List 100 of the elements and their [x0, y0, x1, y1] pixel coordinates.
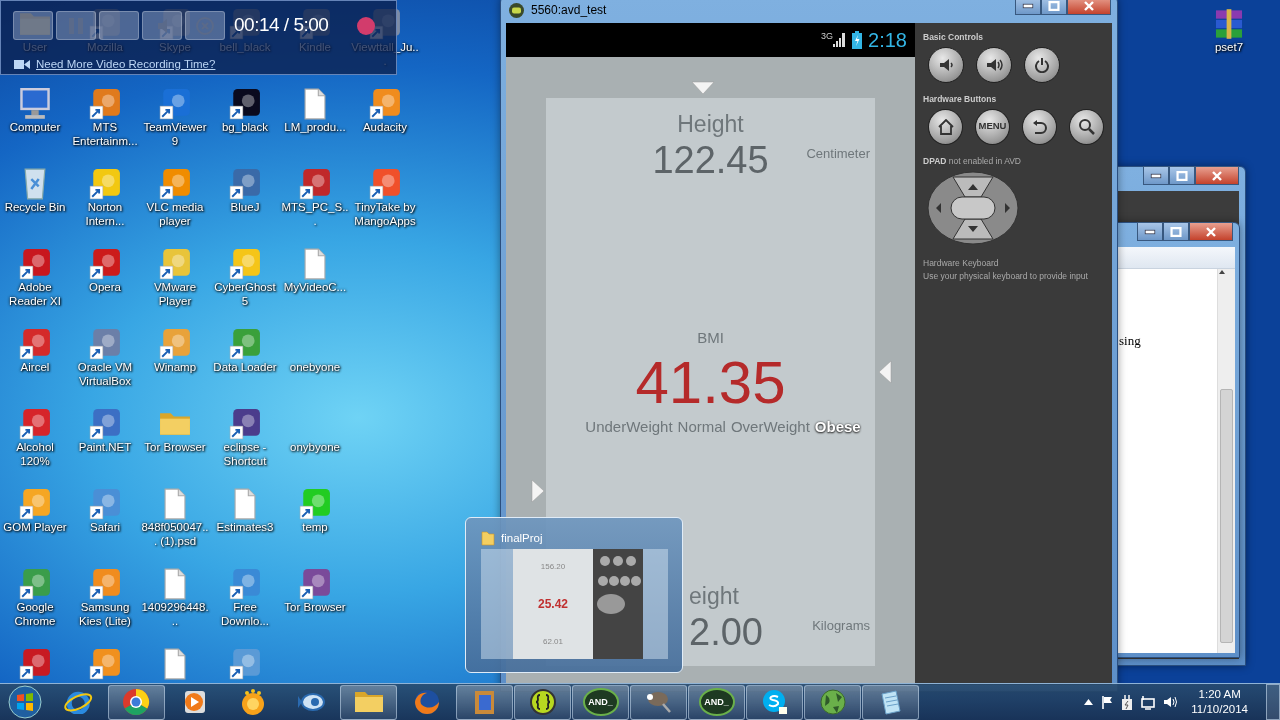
signal-icon [832, 32, 847, 48]
icon-label[interactable]: Estimates3 [210, 520, 280, 534]
icon-label[interactable]: Tor Browser [280, 600, 350, 614]
icon-label[interactable]: Tor Browser [140, 440, 210, 454]
icon-label[interactable]: Samsung Kies (Lite) [70, 600, 140, 628]
icon-label[interactable]: CyberGhost 5 [210, 280, 280, 308]
search-button[interactable] [1069, 108, 1104, 145]
flag-icon[interactable] [1101, 694, 1113, 710]
taskbar-button[interactable] [456, 684, 513, 720]
icon-label[interactable]: Google Chrome [0, 600, 70, 628]
app-icon[interactable] [19, 648, 51, 680]
window-title: 5560:avd_test [531, 2, 607, 19]
taskbar-button[interactable]: AND_ [688, 684, 745, 720]
icon-label[interactable]: eclipse - Shortcut [210, 440, 280, 468]
volume-up-button[interactable] [976, 46, 1012, 83]
icon-label[interactable]: Paint.NET [70, 440, 140, 454]
minimize-button[interactable] [1015, 0, 1041, 15]
unit-label: Kilograms [812, 617, 870, 635]
icon-label[interactable]: Winamp [140, 360, 210, 374]
icon-label[interactable]: LM_produ... [280, 120, 350, 134]
icon-label[interactable]: pset7 [1194, 40, 1264, 54]
power-icon[interactable] [1120, 693, 1133, 711]
icon-label[interactable]: temp [280, 520, 350, 534]
icon-label[interactable]: 848f050047... (1).psd [140, 520, 210, 548]
icon-label[interactable]: Audacity [350, 120, 420, 134]
keyboard-note: Use your physical keyboard to provide input [923, 270, 1089, 283]
icon-text: AND_ [704, 697, 729, 707]
fish-icon [296, 693, 325, 711]
icon-label[interactable]: Opera [70, 280, 140, 294]
icon-label[interactable]: Adobe Reader XI [0, 280, 70, 308]
icon-label[interactable]: GOM Player [0, 520, 70, 534]
network-icon[interactable] [1140, 694, 1155, 710]
menu-button[interactable]: MENU [975, 108, 1010, 145]
volume-down-button[interactable] [928, 46, 964, 83]
icon-label[interactable]: Free Downlo... [210, 600, 280, 628]
taskbar-button[interactable] [108, 684, 165, 720]
taskbar-button[interactable]: AND_ [572, 684, 629, 720]
app-icon[interactable] [89, 88, 121, 120]
icon-label[interactable]: MTS_PC_S... [280, 200, 350, 228]
icon-label[interactable]: BlueJ [210, 200, 280, 214]
icon-label[interactable]: Recycle Bin [0, 200, 70, 214]
icon-label[interactable]: Alcohol 120% [0, 440, 70, 468]
computer-icon[interactable] [19, 88, 51, 120]
icon-label[interactable]: TinyTake by MangoApps [350, 200, 420, 228]
show-hidden-icon[interactable] [1082, 698, 1094, 706]
icon-label[interactable]: Aircel [0, 360, 70, 374]
gimp-icon [646, 691, 671, 713]
back-button[interactable] [1022, 108, 1057, 145]
battery-icon [851, 30, 864, 50]
icon-label[interactable]: Data Loader [210, 360, 280, 374]
volume-icon[interactable] [1162, 696, 1178, 708]
app-icon[interactable] [89, 248, 121, 280]
icon-label[interactable]: MTS Entertainm... [70, 120, 140, 148]
upgrade-link[interactable]: Need More Video Recording Time? [36, 56, 216, 74]
icon-label[interactable]: Norton Intern... [70, 200, 140, 228]
unit-label: Centimeter [806, 145, 870, 163]
chrome-icon [122, 687, 151, 717]
icon-label[interactable]: onebyone [280, 360, 350, 374]
close-button[interactable] [1195, 166, 1239, 185]
archive-icon[interactable] [1213, 8, 1245, 40]
taskbar-button[interactable] [630, 684, 687, 720]
app-icon[interactable] [229, 408, 261, 440]
icon-label[interactable]: VMware Player [140, 280, 210, 308]
app-icon[interactable] [229, 88, 261, 120]
video-icon [13, 59, 31, 71]
minimize-button[interactable] [1143, 166, 1169, 185]
window-preview[interactable]: finalProj 156.20 25.42 62.01 [465, 517, 683, 673]
start-button[interactable] [8, 685, 42, 719]
taskbar-button[interactable] [746, 684, 803, 720]
icon-label[interactable]: 1409296448... [140, 600, 210, 628]
clock[interactable]: 1:20 AM 11/10/2014 [1191, 687, 1248, 717]
maximize-button[interactable] [1163, 222, 1189, 241]
icon-label[interactable]: onybyone [280, 440, 350, 454]
app-icon[interactable] [299, 568, 331, 600]
bmi-category: Obese [814, 416, 861, 437]
show-desktop-button[interactable] [1266, 684, 1280, 720]
scrollbar-thumb[interactable] [1220, 389, 1233, 643]
icon-label[interactable]: TeamViewer 9 [140, 120, 210, 148]
taskbar-button[interactable] [514, 684, 571, 720]
icon-label[interactable]: Safari [70, 520, 140, 534]
minimize-button[interactable] [1137, 222, 1163, 241]
close-button[interactable] [1067, 0, 1111, 15]
speaker-icon [985, 57, 1003, 72]
home-button[interactable] [928, 108, 963, 145]
icon-label[interactable]: MyVideoC... [280, 280, 350, 294]
app-icon[interactable] [19, 248, 51, 280]
power-button[interactable] [1024, 46, 1060, 83]
icon-label[interactable]: Oracle VM VirtualBox [70, 360, 140, 388]
maximize-button[interactable] [1041, 0, 1067, 15]
dpad-control[interactable] [927, 171, 1019, 246]
taskbar-button[interactable] [804, 684, 861, 720]
scrollbar[interactable] [1217, 269, 1235, 653]
maximize-button[interactable] [1169, 166, 1195, 185]
app-icon[interactable] [299, 168, 331, 200]
close-button[interactable] [1189, 222, 1233, 241]
taskbar-button[interactable] [340, 684, 397, 720]
taskbar-button[interactable] [862, 684, 919, 720]
icon-label[interactable]: Computer [0, 120, 70, 134]
icon-label[interactable]: bg_black [210, 120, 280, 134]
icon-label[interactable]: VLC media player [140, 200, 210, 228]
